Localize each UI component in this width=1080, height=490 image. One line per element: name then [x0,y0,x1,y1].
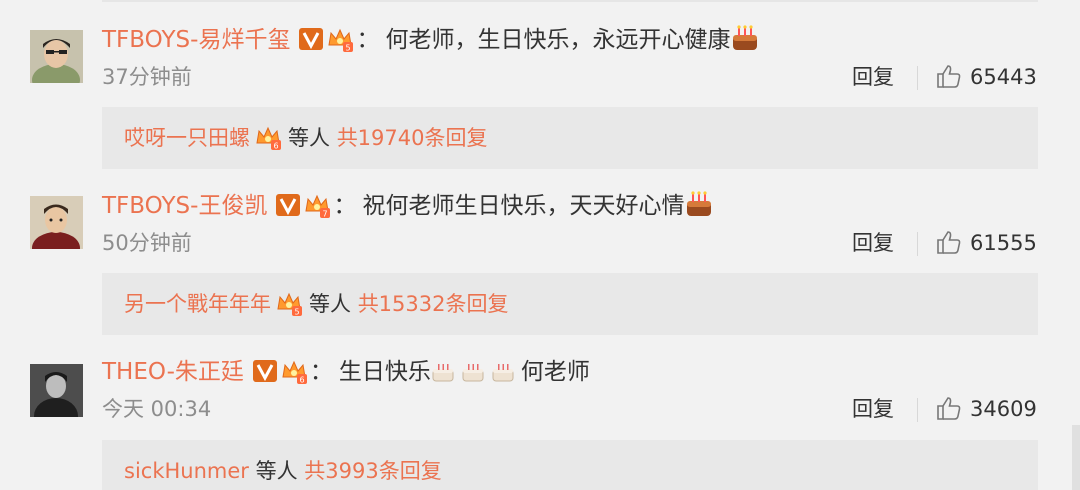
birthday-cake-emoji-icon [431,356,455,382]
reply-preview-text: 另一个戰年年年 5 等人 共15332条回复 [124,273,509,335]
svg-text:6: 6 [299,376,304,385]
reply-middle-text: 等人 [288,126,330,150]
birthday-cake-emoji-icon [730,23,760,53]
avatar-image [30,30,83,83]
verified-v-badge-icon [252,356,278,382]
svg-text:5: 5 [346,44,351,53]
reply-button[interactable]: 回复 [852,62,894,92]
reply-middle-text: 等人 [255,459,298,483]
colon-separator: ： [333,193,357,219]
comment-time: 37分钟前 [102,65,192,89]
comment-header: TFBOYS-王俊凯 7 ：祝何老师生日快乐，天天好心情 [102,186,714,226]
crown-fan-badge-icon: 5 [275,279,303,317]
divider-line [102,0,1038,2]
comment-header: TFBOYS-易烊千玺 5 ：何老师，生日快乐，永远开心健康 [102,20,760,60]
like-count: 34609 [970,397,1037,421]
thumbs-up-icon [936,63,962,89]
verified-v-badge-icon [298,24,324,50]
comment-time: 今天 00:34 [102,397,212,421]
comment-header: THEO-朱正廷 6 ：生日快乐 何老师 [102,352,590,392]
like-count: 61555 [970,231,1037,255]
verified-v-badge-icon [275,190,301,216]
like-button[interactable]: 65443 [936,62,1037,92]
colon-separator: ： [309,359,333,385]
action-divider [917,232,918,256]
avatar-image [30,196,83,249]
reply-count-link[interactable]: 共19740条回复 [337,126,488,150]
comment-text: 生日快乐 [338,359,431,385]
reply-button[interactable]: 回复 [852,228,894,258]
svg-text:5: 5 [295,308,300,317]
action-divider [917,398,918,422]
svg-text:7: 7 [323,210,328,219]
crown-fan-badge-icon: 7 [303,191,331,219]
reply-preview-box[interactable]: 哎呀一只田螺 6 等人 共19740条回复 [102,107,1038,169]
avatar-image [30,364,83,417]
reply-count-link[interactable]: 共3993条回复 [304,459,441,483]
reply-username[interactable]: 哎呀一只田螺 [124,126,250,150]
weibo-comment-list: TFBOYS-易烊千玺 5：何老师，生日快乐，永远开心健康 37分钟前 回复 65… [0,0,1080,490]
comment-time: 50分钟前 [102,231,192,255]
comment-text: 何老师，生日快乐，永远开心健康 [385,27,731,53]
birthday-cake-emoji-icon [684,189,714,219]
thumbs-up-icon [936,229,962,255]
like-button[interactable]: 61555 [936,228,1037,258]
username-link[interactable]: TFBOYS-王俊凯 [102,193,267,219]
reply-preview-box[interactable]: 另一个戰年年年 5 等人 共15332条回复 [102,273,1038,335]
avatar[interactable] [30,364,83,417]
like-count: 65443 [970,65,1037,89]
crown-fan-badge-icon: 5 [326,25,354,53]
thumbs-up-icon [936,395,962,421]
crown-fan-badge-icon: 6 [254,113,282,151]
reply-preview-box[interactable]: sickHunmer 等人 共3993条回复 [102,440,1038,490]
reply-middle-text: 等人 [309,292,351,316]
colon-separator: ： [356,27,380,53]
reply-preview-text: sickHunmer 等人 共3993条回复 [124,440,442,490]
svg-text:6: 6 [274,142,279,151]
birthday-cake-emoji-icon [491,356,515,382]
reply-username[interactable]: sickHunmer [124,459,249,483]
avatar[interactable] [30,196,83,249]
avatar[interactable] [30,30,83,83]
reply-username[interactable]: 另一个戰年年年 [124,292,271,316]
birthday-cake-emoji-icon [461,356,485,382]
action-divider [917,66,918,90]
scrollbar[interactable] [1072,425,1080,490]
username-link[interactable]: TFBOYS-易烊千玺 [102,27,290,53]
reply-button[interactable]: 回复 [852,394,894,424]
reply-preview-text: 哎呀一只田螺 6 等人 共19740条回复 [124,107,488,169]
crown-fan-badge-icon: 6 [280,357,308,385]
comment-text-suffix: 何老师 [520,359,590,385]
like-button[interactable]: 34609 [936,394,1037,424]
reply-count-link[interactable]: 共15332条回复 [358,292,509,316]
comment-text: 祝何老师生日快乐，天天好心情 [362,193,685,219]
username-link[interactable]: THEO-朱正廷 [102,359,244,385]
